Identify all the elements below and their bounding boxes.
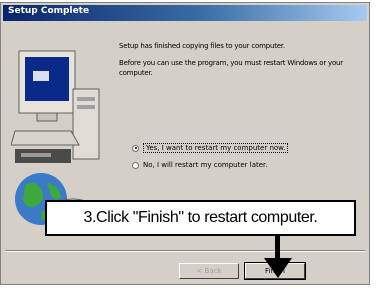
title-bar[interactable]: Setup Complete: [3, 5, 367, 21]
setup-finished-message: Setup has finished copying files to your…: [119, 42, 285, 50]
down-arrow-icon: [258, 234, 298, 280]
restart-instruction-message: Before you can use the program, you must…: [119, 59, 343, 77]
back-button[interactable]: < Back: [179, 263, 239, 279]
window-title: Setup Complete: [8, 6, 90, 16]
setup-complete-dialog: Setup Complete Setup has finished copyin…: [0, 2, 370, 285]
button-divider: [5, 250, 365, 252]
restart-now-radio[interactable]: [132, 144, 139, 152]
restart-now-label[interactable]: Yes, I want to restart my computer now.: [143, 143, 289, 153]
restart-later-radio[interactable]: [132, 161, 139, 169]
restart-later-label[interactable]: No, I will restart my computer later.: [143, 161, 268, 169]
instruction-callout: 3.Click "Finish" to restart computer.: [45, 200, 356, 236]
restart-later-option[interactable]: No, I will restart my computer later.: [132, 161, 268, 169]
restart-now-option[interactable]: Yes, I want to restart my computer now.: [132, 143, 289, 153]
